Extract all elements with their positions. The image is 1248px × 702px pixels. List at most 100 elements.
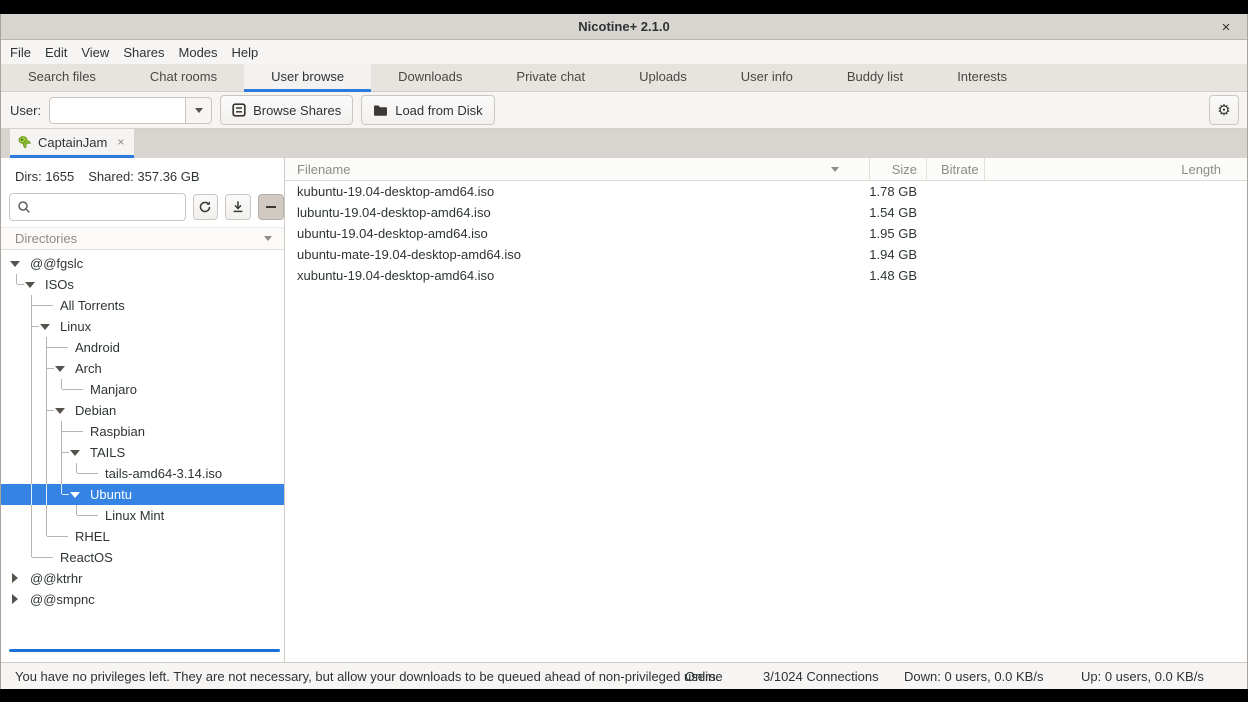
file-size-cell: 1.95 GB <box>869 226 926 241</box>
tab-close-icon[interactable]: × <box>117 135 124 149</box>
tree-row-isos[interactable]: ISOs <box>1 274 284 295</box>
tree-row-linux[interactable]: Linux <box>1 316 284 337</box>
tab-private-chat[interactable]: Private chat <box>489 64 612 92</box>
settings-button[interactable]: ⚙ <box>1209 95 1239 125</box>
file-row[interactable]: xubuntu-19.04-desktop-amd64.iso1.48 GB <box>285 265 1247 286</box>
file-row[interactable]: kubuntu-19.04-desktop-amd64.iso1.78 GB <box>285 181 1247 202</box>
load-from-disk-button[interactable]: Load from Disk <box>361 95 494 125</box>
file-name-cell: ubuntu-19.04-desktop-amd64.iso <box>285 226 869 241</box>
tree-row--smpnc[interactable]: @@smpnc <box>1 589 284 610</box>
menu-file[interactable]: File <box>3 40 38 64</box>
tree-row-rhel[interactable]: RHEL <box>1 526 284 547</box>
tree-row-manjaro[interactable]: Manjaro <box>1 379 284 400</box>
tree-row-label: tails-amd64-3.14.iso <box>105 466 222 481</box>
file-row[interactable]: ubuntu-19.04-desktop-amd64.iso1.95 GB <box>285 223 1247 244</box>
status-bar: You have no privileges left. They are no… <box>1 662 1247 689</box>
file-name-cell: ubuntu-mate-19.04-desktop-amd64.iso <box>285 247 869 262</box>
download-button[interactable] <box>225 194 251 220</box>
user-label: User: <box>10 103 41 118</box>
tree-row--fgslc[interactable]: @@fgslc <box>1 253 284 274</box>
tree-guide <box>9 379 24 400</box>
user-status-icon <box>18 135 32 149</box>
user-dropdown-button[interactable] <box>186 97 212 124</box>
browse-shares-label: Browse Shares <box>253 103 341 118</box>
expander-down-icon[interactable] <box>54 358 68 379</box>
download-icon <box>231 200 245 214</box>
browse-tab-captainjam[interactable]: CaptainJam × <box>10 129 134 158</box>
window-close-button[interactable]: × <box>1215 14 1237 40</box>
tree-row-tails-amd64-3-14-iso[interactable]: tails-amd64-3.14.iso <box>1 463 284 484</box>
menu-modes[interactable]: Modes <box>172 40 225 64</box>
tab-search-files[interactable]: Search files <box>1 64 123 92</box>
tree-guide <box>24 463 39 484</box>
tree-guide <box>39 400 54 421</box>
menu-view[interactable]: View <box>74 40 116 64</box>
privileges-message[interactable]: You have no privileges left. They are no… <box>15 669 719 684</box>
collapse-all-button[interactable] <box>258 194 284 220</box>
download-status: Down: 0 users, 0.0 KB/s <box>904 663 1043 690</box>
search-field[interactable] <box>9 193 186 221</box>
dirs-count: Dirs: 1655 <box>15 169 74 184</box>
browse-tab-label: CaptainJam <box>38 135 107 150</box>
expander-down-icon[interactable] <box>24 274 38 295</box>
tree-row-label: RHEL <box>75 529 110 544</box>
user-input[interactable] <box>49 97 186 124</box>
menu-edit[interactable]: Edit <box>38 40 74 64</box>
tree-guide <box>9 316 24 337</box>
tree-row-arch[interactable]: Arch <box>1 358 284 379</box>
tree-row-all-torrents[interactable]: All Torrents <box>1 295 284 316</box>
tab-uploads[interactable]: Uploads <box>612 64 714 92</box>
tree-row-ubuntu[interactable]: Ubuntu <box>1 484 284 505</box>
expander-down-icon[interactable] <box>69 484 83 505</box>
tree-guide <box>39 505 54 526</box>
tab-user-info[interactable]: User info <box>714 64 820 92</box>
browse-shares-button[interactable]: Browse Shares <box>220 95 353 125</box>
column-header-length[interactable]: Length <box>984 158 1247 181</box>
tab-user-browse[interactable]: User browse <box>244 64 371 92</box>
refresh-button[interactable] <box>193 194 219 220</box>
connections-count: 3/1024 Connections <box>763 663 879 690</box>
tree-row-reactos[interactable]: ReactOS <box>1 547 284 568</box>
menu-help[interactable]: Help <box>225 40 266 64</box>
tree-guide <box>24 421 39 442</box>
expander-down-icon[interactable] <box>54 400 68 421</box>
menu-shares[interactable]: Shares <box>116 40 171 64</box>
horizontal-scrollbar[interactable] <box>9 649 280 652</box>
shares-list-icon <box>232 103 246 117</box>
share-stats: Dirs: 1655 Shared: 357.36 GB <box>1 158 284 190</box>
file-row[interactable]: ubuntu-mate-19.04-desktop-amd64.iso1.94 … <box>285 244 1247 265</box>
tree-guide <box>39 442 54 463</box>
tree-row-debian[interactable]: Debian <box>1 400 284 421</box>
expander-down-icon[interactable] <box>9 253 23 274</box>
search-input[interactable] <box>36 200 166 215</box>
tree-guide <box>9 547 24 568</box>
tree-row-linux-mint[interactable]: Linux Mint <box>1 505 284 526</box>
tree-guide <box>69 463 84 484</box>
tree-row-android[interactable]: Android <box>1 337 284 358</box>
tree-row-raspbian[interactable]: Raspbian <box>1 421 284 442</box>
load-from-disk-label: Load from Disk <box>395 103 482 118</box>
sort-arrow-icon <box>831 167 839 172</box>
tab-downloads[interactable]: Downloads <box>371 64 489 92</box>
directories-header-label: Directories <box>15 231 264 246</box>
size-header-label: Size <box>892 162 917 177</box>
tree-guide <box>9 463 24 484</box>
column-header-size[interactable]: Size <box>869 158 926 181</box>
tab-chat-rooms[interactable]: Chat rooms <box>123 64 244 92</box>
expander-right-icon[interactable] <box>9 568 23 589</box>
tab-interests[interactable]: Interests <box>930 64 1034 92</box>
column-header-bitrate[interactable]: Bitrate <box>926 158 984 181</box>
file-row[interactable]: lubuntu-19.04-desktop-amd64.iso1.54 GB <box>285 202 1247 223</box>
tree-guide <box>39 463 54 484</box>
expander-down-icon[interactable] <box>39 316 53 337</box>
directories-panel: Dirs: 1655 Shared: 357.36 GB <box>1 158 285 662</box>
file-table-header: Filename Size Bitrate Length <box>285 158 1247 181</box>
tab-buddy-list[interactable]: Buddy list <box>820 64 930 92</box>
tree-guide <box>9 484 24 505</box>
column-header-filename[interactable]: Filename <box>285 158 869 181</box>
expander-right-icon[interactable] <box>9 589 23 610</box>
tree-row--ktrhr[interactable]: @@ktrhr <box>1 568 284 589</box>
directories-column-header[interactable]: Directories <box>1 227 284 250</box>
expander-down-icon[interactable] <box>69 442 83 463</box>
tree-row-tails[interactable]: TAILS <box>1 442 284 463</box>
